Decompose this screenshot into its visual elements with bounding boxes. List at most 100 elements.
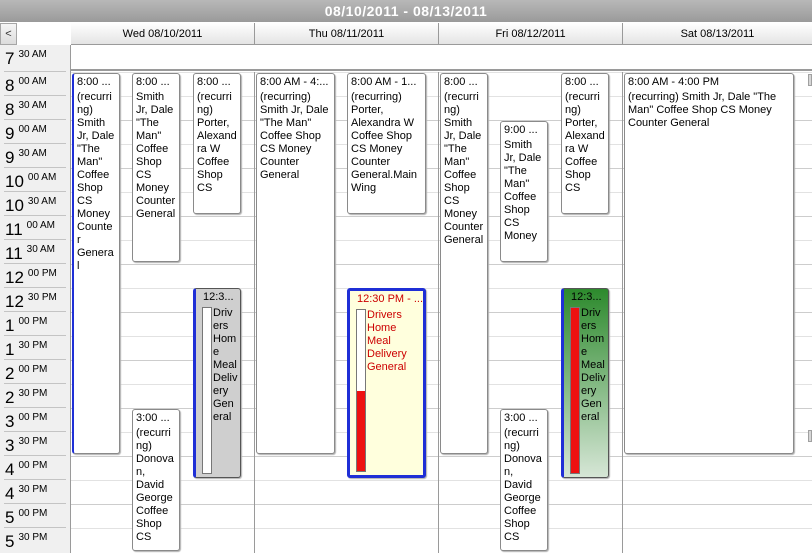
appointment[interactable]: 8:00 ... (recurring) Smith Jr, Dale "The… (72, 73, 120, 454)
appointment[interactable]: 8:00 ... Smith Jr, Dale "The Man" Coffee… (132, 73, 180, 262)
appointment-time: 8:00 ... (565, 76, 599, 88)
time-label: 4 30 PM (5, 484, 48, 503)
time-label: 11 30 AM (5, 244, 56, 263)
day-divider (622, 72, 623, 553)
appointment-time: 9:00 ... (504, 124, 538, 136)
time-divider (4, 383, 66, 384)
time-label: 9 00 AM (5, 124, 47, 143)
appointment[interactable]: 3:00 ... (recurring) Donovan, David Geor… (132, 409, 180, 551)
progress-fill (357, 390, 365, 471)
time-label: 7 30 AM (5, 49, 47, 68)
time-divider (4, 479, 66, 480)
appointment-details: Smith Jr, Dale "The Man" Coffee Shop CS … (504, 139, 542, 242)
time-ruler: 7 30 AM 8 00 AM 8 30 AM 9 00 AM 9 30 AM 10 00 … (0, 45, 71, 553)
appointment[interactable]: 8:00 AM - 4:00 PM (recurring) Smith Jr, … (624, 73, 794, 454)
time-divider (4, 143, 66, 144)
time-label: 11 00 AM (5, 220, 56, 239)
appointment[interactable]: 8:00 ... (recurring) Porter, Alexandra W… (561, 73, 609, 214)
time-label: 4 00 PM (5, 460, 48, 479)
time-divider (4, 119, 66, 120)
appointment-time: 8:00 ... (197, 76, 231, 88)
time-divider (4, 311, 66, 312)
appointment[interactable]: 8:00 AM - 4:... (recurring) Smith Jr, Da… (256, 73, 335, 454)
appointment-time: 8:00 ... (77, 76, 111, 88)
time-divider (4, 95, 66, 96)
appointment-details: (recurring) Smith Jr, Dale "The Man" Cof… (444, 91, 484, 246)
appointment-details: (recurring) Porter, Alexandra W Coffee S… (197, 91, 237, 194)
progress-fill (571, 308, 579, 473)
appointment-time: 12:3... (571, 291, 602, 303)
progress-bar (202, 307, 212, 474)
slot-line (71, 504, 812, 505)
appointment-time: 12:30 PM - ... (357, 293, 423, 305)
time-divider (4, 71, 66, 72)
time-divider (4, 167, 66, 168)
time-label: 12 00 PM (5, 268, 57, 287)
time-label: 2 30 PM (5, 388, 48, 407)
day-divider (254, 72, 255, 553)
appointment[interactable]: 8:00 AM - 1... (recurring) Porter, Alexa… (347, 73, 426, 214)
appointment-time: 8:00 AM - 1... (351, 76, 417, 88)
time-label: 10 00 AM (5, 172, 57, 191)
appointment[interactable]: 3:00 ... (recurring) Donovan, David Geor… (500, 409, 548, 551)
calendar-grid[interactable]: 8:00 ... (recurring) Smith Jr, Dale "The… (71, 72, 812, 553)
appointment[interactable]: 9:00 ... Smith Jr, Dale "The Man" Coffee… (500, 121, 548, 262)
time-divider (4, 287, 66, 288)
progress-bar (356, 309, 366, 472)
time-label: 3 30 PM (5, 436, 48, 455)
appointment[interactable]: 12:3... Drivers Home Meal Delivery Gener… (193, 288, 241, 478)
time-divider (4, 263, 66, 264)
time-label: 2 00 PM (5, 364, 48, 383)
appointment-time: 8:00 AM - 4:00 PM (628, 76, 720, 88)
time-divider (4, 503, 66, 504)
day-header-fri[interactable]: Fri 08/12/2011 (439, 23, 623, 45)
date-range-title: 08/10/2011 - 08/13/2011 (0, 0, 812, 22)
slot-line (71, 528, 812, 529)
appointment[interactable]: 8:00 ... (recurring) Porter, Alexandra W… (193, 73, 241, 214)
time-label: 5 00 PM (5, 508, 48, 527)
time-label: 1 00 PM (5, 316, 48, 335)
appointment-time: 3:00 ... (504, 412, 538, 424)
appointment-details: (recurring) Smith Jr, Dale "The Man" Cof… (260, 91, 329, 181)
time-divider (4, 335, 66, 336)
time-label: 8 00 AM (5, 76, 47, 95)
time-divider (4, 191, 66, 192)
appointment-time: 8:00 ... (444, 76, 478, 88)
time-label: 10 30 AM (5, 196, 57, 215)
appointment[interactable]: 8:00 ... (recurring) Smith Jr, Dale "The… (440, 73, 488, 454)
appointment[interactable]: 12:30 PM - ... Drivers Home Meal Deliver… (347, 288, 426, 478)
appointment-details: (recurring) Donovan, David George Coffee… (504, 427, 542, 543)
appointment-details: (recurring) Donovan, David George Coffee… (136, 427, 174, 543)
day-header-thu[interactable]: Thu 08/11/2011 (255, 23, 439, 45)
time-divider (4, 359, 66, 360)
appointment-details: (recurring) Smith Jr, Dale "The Man" Cof… (628, 91, 777, 129)
all-day-row[interactable] (71, 45, 812, 71)
day-header-wed[interactable]: Wed 08/10/2011 (71, 23, 255, 45)
appointment-details: Smith Jr, Dale "The Man" Coffee Shop CS … (136, 91, 176, 220)
scrollbar-top-handle[interactable] (808, 74, 812, 86)
time-divider (4, 239, 66, 240)
appointment[interactable]: 12:3... Drivers Home Meal Delivery Gener… (561, 288, 609, 478)
time-divider (4, 431, 66, 432)
day-divider (438, 72, 439, 553)
time-label: 3 00 PM (5, 412, 48, 431)
day-header-sat[interactable]: Sat 08/13/2011 (623, 23, 812, 45)
scrollbar-bottom-handle[interactable] (808, 430, 812, 442)
time-divider (4, 527, 66, 528)
previous-period-button[interactable]: < (0, 23, 17, 45)
progress-bar (570, 307, 580, 474)
appointment-time: 12:3... (203, 291, 234, 303)
time-divider (4, 455, 66, 456)
time-label: 1 30 PM (5, 340, 48, 359)
appointment-details: Drivers Home Meal Delivery General (581, 307, 606, 423)
time-label: 12 30 PM (5, 292, 57, 311)
slot-line (71, 456, 812, 457)
appointment-details: Drivers Home Meal Delivery General (213, 307, 238, 423)
time-divider (4, 215, 66, 216)
time-label: 5 30 PM (5, 532, 48, 551)
slot-line (71, 480, 812, 481)
appointment-time: 8:00 ... (136, 76, 170, 88)
appointment-time: 3:00 ... (136, 412, 170, 424)
appointment-details: (recurring) Porter, Alexandra W Coffee S… (351, 91, 418, 194)
appointment-time: 8:00 AM - 4:... (260, 76, 329, 88)
